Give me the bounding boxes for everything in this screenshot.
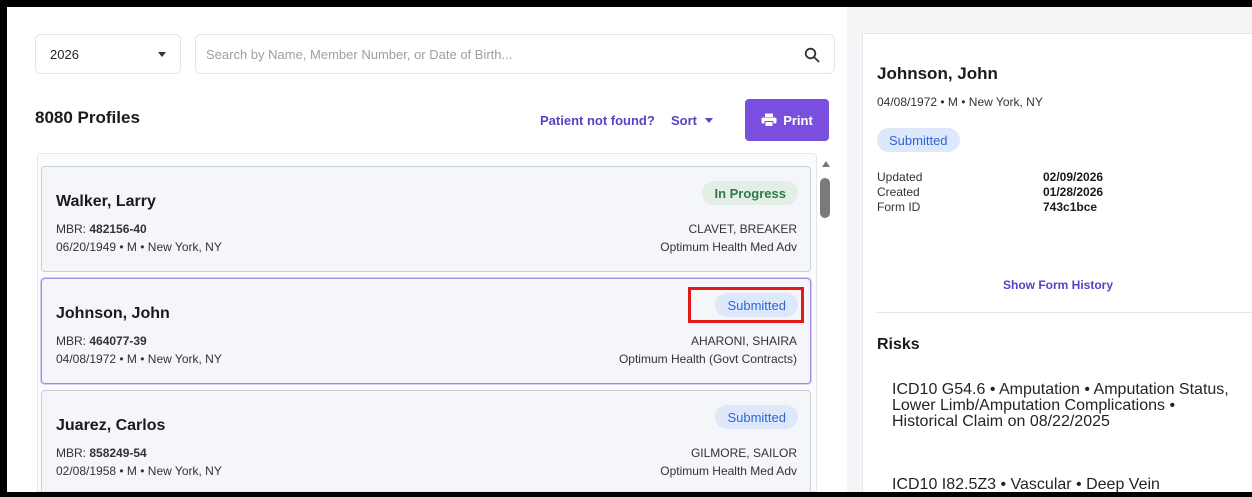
chevron-down-icon — [705, 117, 713, 123]
scroll-thumb[interactable] — [820, 178, 830, 218]
member-number: MBR: 858249-54 — [56, 446, 147, 460]
status-badge: In Progress — [702, 181, 798, 205]
detail-demographics: 04/08/1972 • M • New York, NY — [877, 95, 1043, 109]
profile-card-selected[interactable]: Johnson, John MBR: 464077-39 04/08/1972 … — [41, 278, 811, 384]
status-badge: Submitted — [715, 405, 798, 429]
risk-item: ICD10 G54.6 • Amputation • Amputation St… — [892, 381, 1229, 430]
member-number: MBR: 482156-40 — [56, 222, 147, 236]
patient-not-found-link[interactable]: Patient not found? — [540, 113, 655, 128]
profiles-count: 8080 Profiles — [35, 108, 140, 127]
health-plan: Optimum Health Med Adv — [660, 464, 797, 478]
detail-meta: Updated 02/09/2026 Created 01/28/2026 Fo… — [877, 170, 1103, 215]
divider — [877, 312, 1252, 313]
printer-icon — [761, 113, 777, 127]
member-number: MBR: 464077-39 — [56, 334, 147, 348]
chevron-down-icon — [158, 52, 166, 57]
profile-list: Walker, Larry MBR: 482156-40 06/20/1949 … — [37, 153, 817, 492]
sort-label: Sort — [671, 112, 697, 128]
detail-status-badge: Submitted — [877, 128, 960, 152]
profile-name: Walker, Larry — [56, 193, 156, 210]
meta-created: Created 01/28/2026 — [877, 185, 1104, 199]
profile-demographics: 06/20/1949 • M • New York, NY — [56, 240, 222, 254]
scroll-up-arrow-icon[interactable] — [822, 161, 830, 167]
profile-name: Juarez, Carlos — [56, 417, 166, 434]
detail-panel: Johnson, John 04/08/1972 • M • New York,… — [862, 33, 1252, 492]
provider-name: CLAVET, BREAKER — [688, 222, 797, 236]
print-button[interactable]: Print — [745, 99, 829, 141]
provider-name: GILMORE, SAILOR — [690, 446, 797, 460]
risk-item: ICD10 I82.5Z3 • Vascular • Deep Vein Thr… — [892, 476, 1160, 493]
profile-demographics: 04/08/1972 • M • New York, NY — [56, 352, 222, 366]
provider-name: AHARONI, SHAIRA — [690, 334, 797, 348]
risks-heading: Risks — [877, 336, 920, 353]
detail-name: Johnson, John — [877, 64, 998, 83]
profile-card[interactable]: Walker, Larry MBR: 482156-40 06/20/1949 … — [41, 166, 811, 272]
list-scrollbar[interactable] — [817, 153, 835, 492]
search-input[interactable] — [206, 46, 766, 62]
profile-card[interactable]: Juarez, Carlos MBR: 858249-54 02/08/1958… — [41, 390, 811, 491]
search-box[interactable] — [195, 34, 835, 74]
profiles-panel: 2026 8080 Profiles Patient not found? So… — [7, 7, 847, 492]
meta-form-id: Form ID 743c1bce — [877, 200, 1098, 214]
year-select[interactable]: 2026 — [35, 34, 181, 74]
app-frame: 2026 8080 Profiles Patient not found? So… — [7, 7, 1252, 492]
health-plan: Optimum Health Med Adv — [660, 240, 797, 254]
sort-button[interactable]: Sort — [659, 99, 725, 141]
highlight-box — [688, 287, 804, 323]
meta-updated: Updated 02/09/2026 — [877, 170, 1104, 184]
print-label: Print — [783, 112, 813, 128]
profile-name: Johnson, John — [56, 305, 170, 322]
profile-demographics: 02/08/1958 • M • New York, NY — [56, 464, 222, 478]
show-form-history-link[interactable]: Show Form History — [863, 278, 1252, 292]
search-icon[interactable] — [804, 47, 820, 63]
year-select-value: 2026 — [50, 46, 79, 62]
health-plan: Optimum Health (Govt Contracts) — [618, 352, 797, 366]
